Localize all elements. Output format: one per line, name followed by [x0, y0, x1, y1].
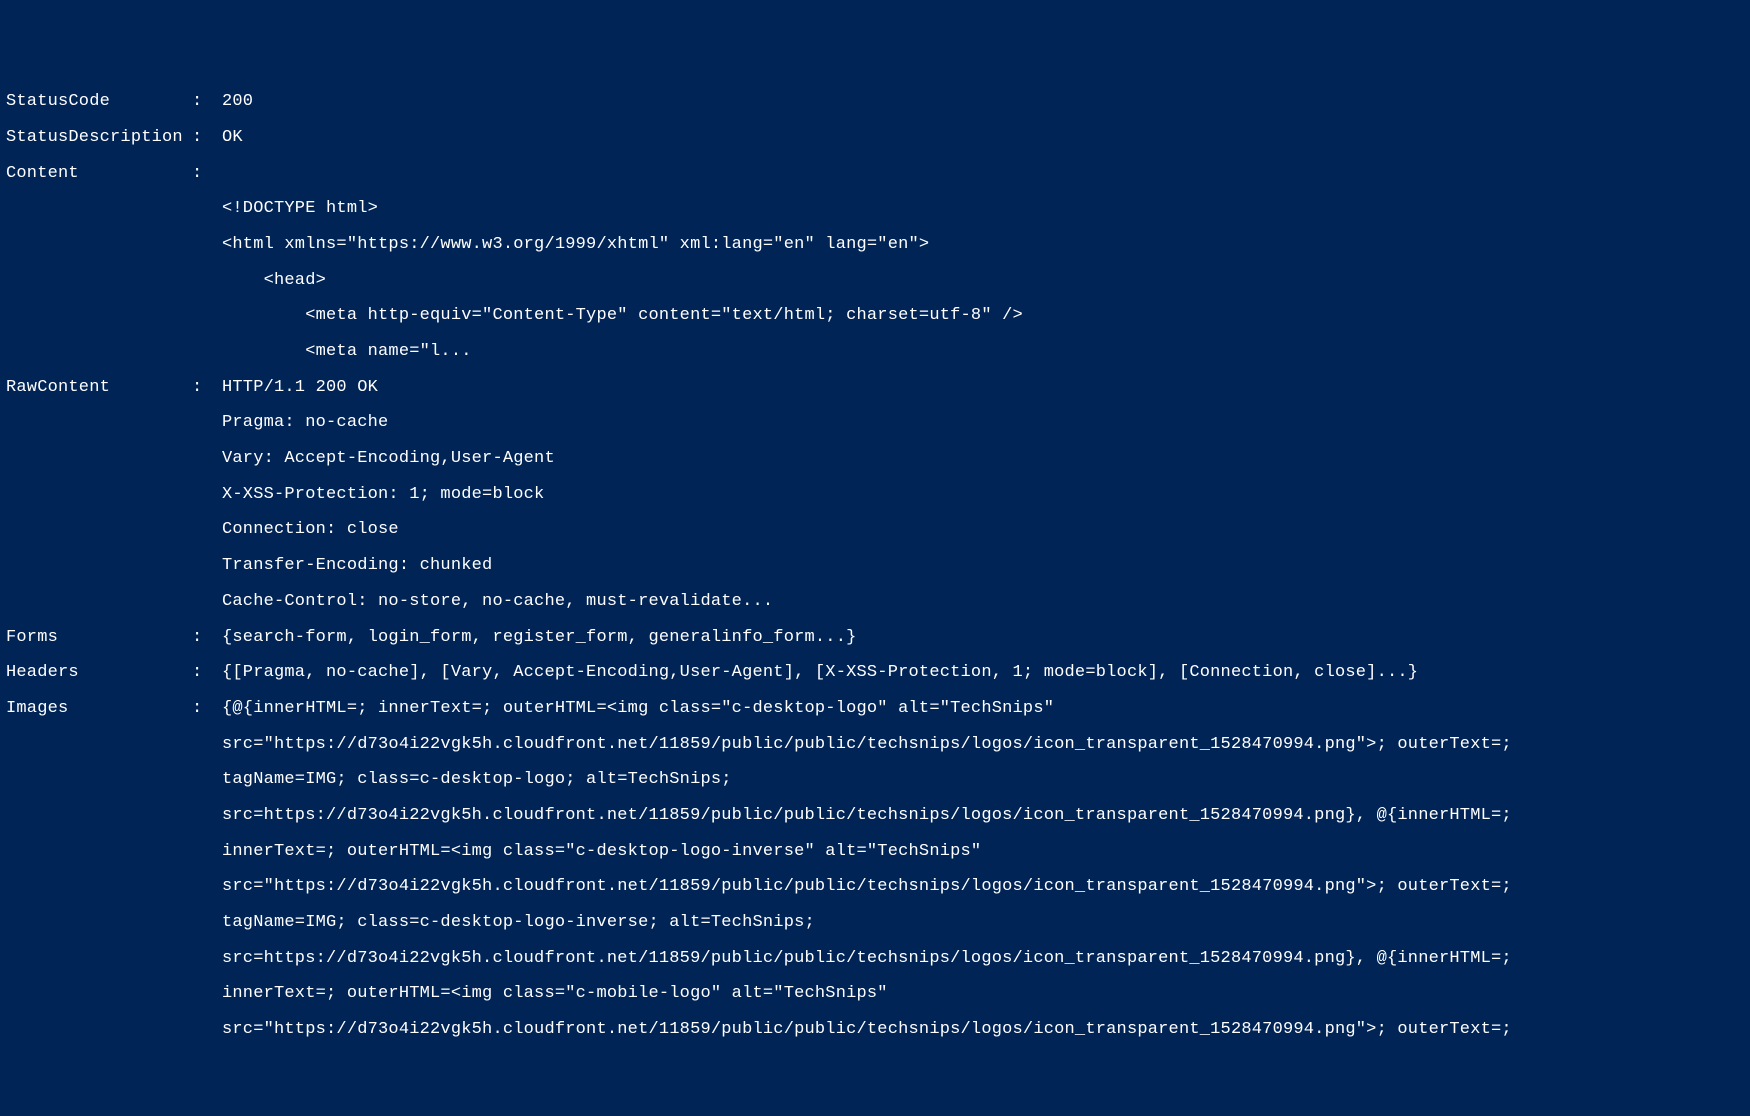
field-colon: : — [192, 629, 222, 647]
output-row-images: Images: {@{innerHTML=; innerText=; outer… — [6, 700, 1744, 718]
rawcontent-line: Transfer-Encoding: chunked — [6, 557, 1744, 575]
output-row-rawcontent: RawContent: HTTP/1.1 200 OK — [6, 379, 1744, 397]
content-line: <html xmlns="https://www.w3.org/1999/xht… — [6, 236, 1744, 254]
rawcontent-line: Connection: close — [6, 521, 1744, 539]
images-line: src=https://d73o4i22vgk5h.cloudfront.net… — [6, 807, 1744, 825]
output-row-forms: Forms: {search-form, login_form, registe… — [6, 629, 1744, 647]
field-colon: : — [192, 379, 222, 397]
field-value: 200 — [222, 93, 1744, 111]
rawcontent-line: Vary: Accept-Encoding,User-Agent — [6, 450, 1744, 468]
output-row-headers: Headers: {[Pragma, no-cache], [Vary, Acc… — [6, 664, 1744, 682]
images-line: src=https://d73o4i22vgk5h.cloudfront.net… — [6, 950, 1744, 968]
images-line: tagName=IMG; class=c-desktop-logo-invers… — [6, 914, 1744, 932]
field-value: OK — [222, 129, 1744, 147]
field-colon: : — [192, 129, 222, 147]
field-key: StatusCode — [6, 93, 192, 111]
rawcontent-line: Cache-Control: no-store, no-cache, must-… — [6, 593, 1744, 611]
images-line: innerText=; outerHTML=<img class="c-desk… — [6, 843, 1744, 861]
content-line: <meta http-equiv="Content-Type" content=… — [6, 307, 1744, 325]
images-line: src="https://d73o4i22vgk5h.cloudfront.ne… — [6, 878, 1744, 896]
field-value — [222, 165, 1744, 183]
field-colon: : — [192, 93, 222, 111]
content-line: <!DOCTYPE html> — [6, 200, 1744, 218]
field-key: Content — [6, 165, 192, 183]
output-row-statusdescription: StatusDescription: OK — [6, 129, 1744, 147]
field-key: Forms — [6, 629, 192, 647]
field-colon: : — [192, 700, 222, 718]
content-line: <head> — [6, 272, 1744, 290]
images-line: src="https://d73o4i22vgk5h.cloudfront.ne… — [6, 736, 1744, 754]
images-line: tagName=IMG; class=c-desktop-logo; alt=T… — [6, 771, 1744, 789]
output-row-statuscode: StatusCode: 200 — [6, 93, 1744, 111]
field-colon: : — [192, 165, 222, 183]
output-row-content: Content: — [6, 165, 1744, 183]
field-key: Headers — [6, 664, 192, 682]
images-line: src="https://d73o4i22vgk5h.cloudfront.ne… — [6, 1021, 1744, 1039]
field-key: RawContent — [6, 379, 192, 397]
field-value: HTTP/1.1 200 OK — [222, 379, 1744, 397]
rawcontent-line: X-XSS-Protection: 1; mode=block — [6, 486, 1744, 504]
field-colon: : — [192, 664, 222, 682]
content-line: <meta name="l... — [6, 343, 1744, 361]
field-key: StatusDescription — [6, 129, 192, 147]
rawcontent-line: Pragma: no-cache — [6, 414, 1744, 432]
images-line: innerText=; outerHTML=<img class="c-mobi… — [6, 985, 1744, 1003]
field-value: {@{innerHTML=; innerText=; outerHTML=<im… — [222, 700, 1744, 718]
field-key: Images — [6, 700, 192, 718]
field-value: {search-form, login_form, register_form,… — [222, 629, 1744, 647]
field-value: {[Pragma, no-cache], [Vary, Accept-Encod… — [222, 664, 1744, 682]
terminal-output: StatusCode: 200 StatusDescription: OK Co… — [6, 75, 1744, 1056]
